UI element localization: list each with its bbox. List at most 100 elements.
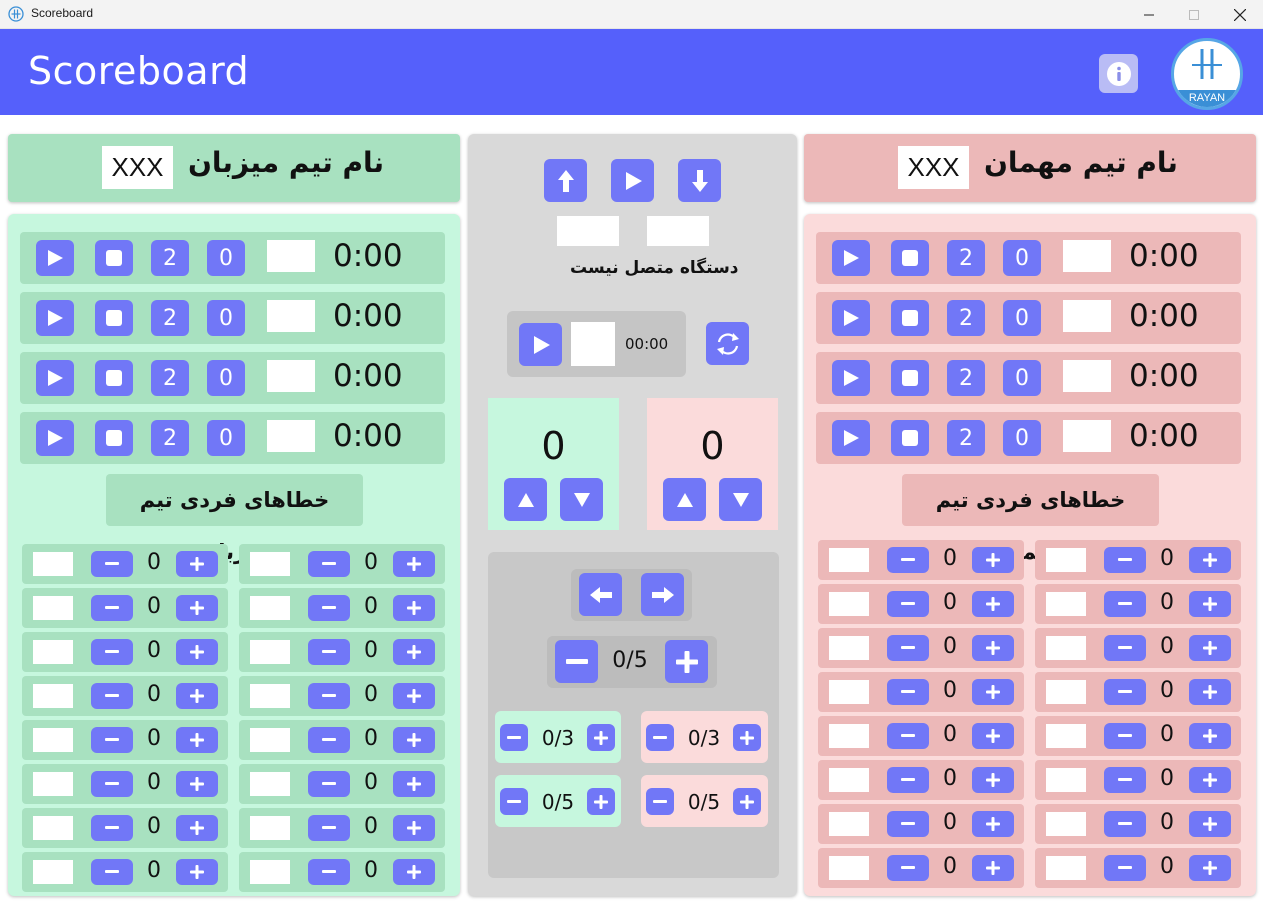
away-team-name-field[interactable]: XXX [898, 146, 969, 189]
foul-minus-button[interactable] [1104, 547, 1146, 573]
foul-plus-button[interactable] [1189, 635, 1231, 661]
player-stop-button[interactable] [95, 300, 133, 336]
arrow-left-button[interactable] [579, 573, 622, 616]
period-plus-button[interactable] [665, 640, 708, 683]
start-signal-button[interactable] [611, 159, 654, 202]
foul-player-field[interactable] [829, 680, 869, 704]
foul-minus-button[interactable] [887, 547, 929, 573]
player-shots-button[interactable]: 2 [947, 420, 985, 456]
foul-player-field[interactable] [33, 596, 73, 620]
foul-player-field[interactable] [33, 640, 73, 664]
home-timeouts-plus-button[interactable] [587, 724, 615, 751]
player-stop-button[interactable] [891, 300, 929, 336]
foul-player-field[interactable] [33, 552, 73, 576]
foul-plus-button[interactable] [1189, 591, 1231, 617]
foul-plus-button[interactable] [1189, 723, 1231, 749]
foul-plus-button[interactable] [972, 591, 1014, 617]
foul-plus-button[interactable] [393, 551, 435, 577]
player-play-button[interactable] [36, 420, 74, 456]
foul-player-field[interactable] [250, 816, 290, 840]
foul-minus-button[interactable] [308, 595, 350, 621]
foul-plus-button[interactable] [176, 727, 218, 753]
foul-player-field[interactable] [829, 592, 869, 616]
close-button[interactable] [1217, 0, 1263, 29]
foul-player-field[interactable] [33, 772, 73, 796]
player-play-button[interactable] [36, 360, 74, 396]
home-score-up-button[interactable] [504, 478, 547, 521]
player-fouls-button[interactable]: 0 [1003, 240, 1041, 276]
center-field-right[interactable] [647, 216, 709, 246]
foul-plus-button[interactable] [176, 595, 218, 621]
foul-minus-button[interactable] [308, 727, 350, 753]
foul-minus-button[interactable] [91, 815, 133, 841]
foul-player-field[interactable] [33, 816, 73, 840]
player-play-button[interactable] [832, 360, 870, 396]
info-button[interactable] [1099, 54, 1138, 93]
foul-minus-button[interactable] [308, 815, 350, 841]
player-stop-button[interactable] [95, 360, 133, 396]
player-stop-button[interactable] [891, 360, 929, 396]
foul-plus-button[interactable] [393, 639, 435, 665]
player-shots-button[interactable]: 2 [151, 240, 189, 276]
foul-plus-button[interactable] [972, 635, 1014, 661]
foul-player-field[interactable] [829, 812, 869, 836]
arrow-down-button[interactable] [678, 159, 721, 202]
player-fouls-button[interactable]: 0 [1003, 360, 1041, 396]
player-number-field[interactable] [1063, 420, 1111, 452]
player-shots-button[interactable]: 2 [947, 360, 985, 396]
player-shots-button[interactable]: 2 [151, 300, 189, 336]
foul-minus-button[interactable] [308, 771, 350, 797]
foul-plus-button[interactable] [972, 547, 1014, 573]
away-timeouts-plus-button[interactable] [733, 724, 761, 751]
foul-minus-button[interactable] [887, 767, 929, 793]
foul-player-field[interactable] [1046, 856, 1086, 880]
foul-minus-button[interactable] [1104, 723, 1146, 749]
foul-player-field[interactable] [250, 772, 290, 796]
foul-plus-button[interactable] [1189, 547, 1231, 573]
foul-player-field[interactable] [1046, 812, 1086, 836]
foul-minus-button[interactable] [91, 727, 133, 753]
foul-minus-button[interactable] [1104, 679, 1146, 705]
minimize-button[interactable] [1126, 0, 1172, 29]
foul-minus-button[interactable] [91, 639, 133, 665]
foul-plus-button[interactable] [393, 859, 435, 885]
foul-player-field[interactable] [1046, 768, 1086, 792]
foul-minus-button[interactable] [887, 855, 929, 881]
foul-minus-button[interactable] [308, 683, 350, 709]
foul-player-field[interactable] [1046, 724, 1086, 748]
player-play-button[interactable] [36, 240, 74, 276]
foul-plus-button[interactable] [176, 683, 218, 709]
away-timeouts-minus-button[interactable] [646, 724, 674, 751]
foul-player-field[interactable] [250, 596, 290, 620]
foul-minus-button[interactable] [887, 723, 929, 749]
foul-plus-button[interactable] [1189, 811, 1231, 837]
player-play-button[interactable] [832, 420, 870, 456]
foul-player-field[interactable] [33, 684, 73, 708]
player-play-button[interactable] [832, 240, 870, 276]
home-score-down-button[interactable] [560, 478, 603, 521]
foul-plus-button[interactable] [176, 551, 218, 577]
foul-player-field[interactable] [829, 724, 869, 748]
foul-minus-button[interactable] [887, 811, 929, 837]
away-score-up-button[interactable] [663, 478, 706, 521]
player-stop-button[interactable] [891, 240, 929, 276]
foul-plus-button[interactable] [176, 639, 218, 665]
timer-input[interactable] [571, 322, 615, 366]
foul-plus-button[interactable] [393, 683, 435, 709]
player-play-button[interactable] [832, 300, 870, 336]
foul-player-field[interactable] [829, 768, 869, 792]
foul-plus-button[interactable] [972, 767, 1014, 793]
foul-player-field[interactable] [829, 856, 869, 880]
foul-minus-button[interactable] [887, 679, 929, 705]
foul-player-field[interactable] [1046, 680, 1086, 704]
player-stop-button[interactable] [95, 420, 133, 456]
foul-plus-button[interactable] [393, 595, 435, 621]
player-shots-button[interactable]: 2 [151, 360, 189, 396]
player-number-field[interactable] [1063, 300, 1111, 332]
player-fouls-button[interactable]: 0 [207, 240, 245, 276]
player-shots-button[interactable]: 2 [947, 300, 985, 336]
player-fouls-button[interactable]: 0 [207, 360, 245, 396]
arrow-up-button[interactable] [544, 159, 587, 202]
foul-minus-button[interactable] [1104, 811, 1146, 837]
foul-plus-button[interactable] [176, 859, 218, 885]
